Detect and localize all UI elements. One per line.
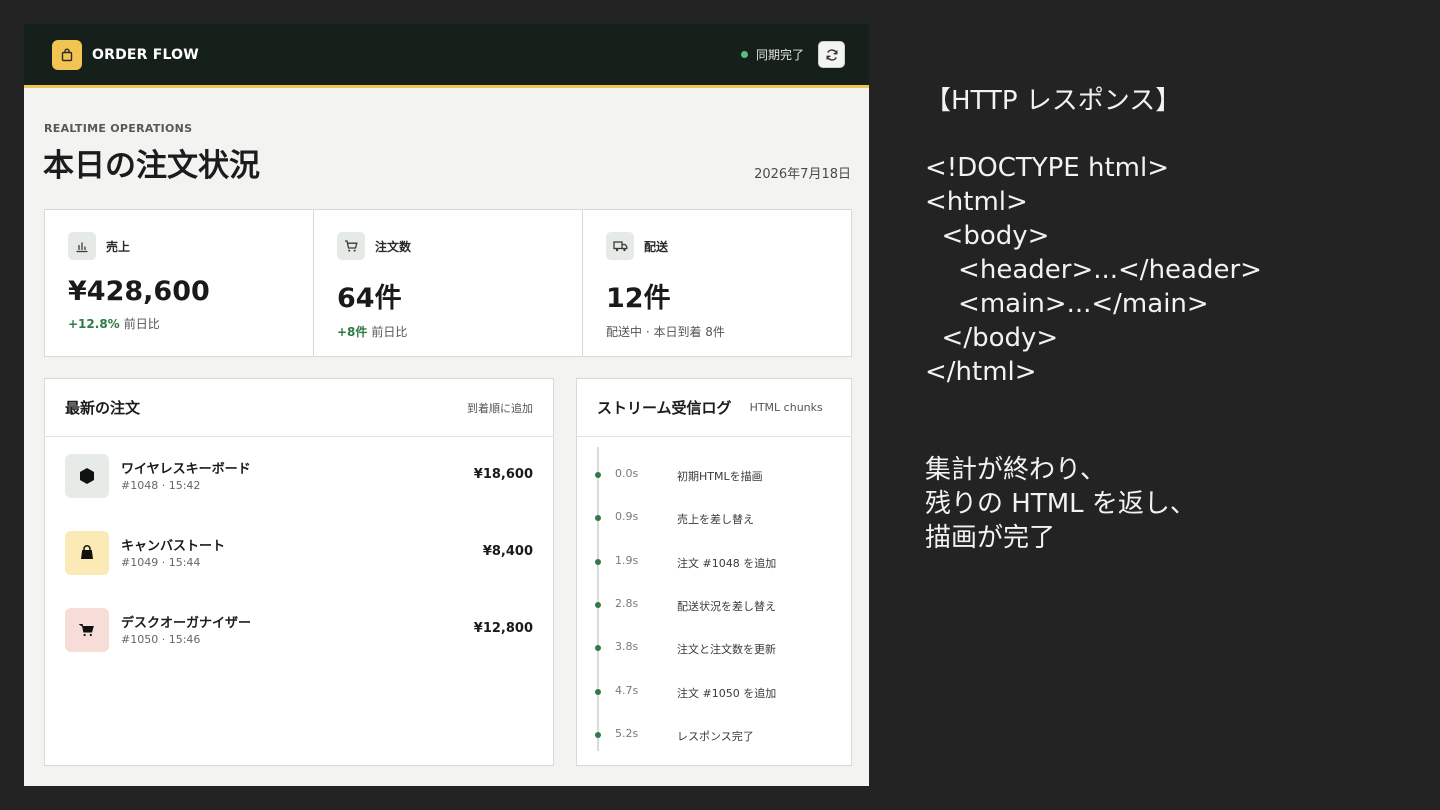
chart-icon: [68, 232, 96, 260]
log-text: 注文と注文数を更新: [677, 643, 776, 656]
order-name: キャンバストート: [121, 539, 226, 554]
status-dot: [740, 51, 748, 58]
timeline-dot: [595, 472, 601, 478]
sync-label: 同期完了: [755, 48, 804, 62]
cart-icon: [337, 232, 365, 260]
bag-icon: [65, 531, 109, 575]
order-name: デスクオーガナイザー: [121, 616, 252, 631]
log-time: 0.0s: [615, 467, 639, 480]
stream-log-panel: ストリーム受信ログ HTML chunks 0.0s 初期HTMLを描画 0.9…: [576, 378, 852, 766]
app-header: ORDER FLOW 同期完了: [24, 24, 869, 88]
logo: [52, 39, 82, 70]
log-text: 初期HTMLを描画: [677, 470, 763, 483]
order-price: ¥8,400: [482, 544, 533, 559]
kpi-value: 64件: [337, 283, 402, 314]
kpi-sales: 売上 ¥428,600 +12.8% 前日比: [45, 210, 314, 356]
kpi-sub-label: 前日比: [123, 317, 160, 331]
timeline-dot: [595, 602, 601, 608]
log-entry: 5.2s レスポンス完了: [595, 727, 833, 743]
order-row[interactable]: ワイヤレスキーボード #1048 · 15:42 ¥18,600: [65, 454, 533, 498]
narration-code: <!DOCTYPE html> <html> <body> <header>..…: [925, 153, 1262, 387]
refresh-icon: [826, 48, 837, 61]
kpi-label: 配送: [644, 239, 669, 254]
kpi-label: 売上: [106, 239, 131, 254]
panel-note: HTML chunks: [749, 401, 823, 414]
cart-icon: [65, 608, 109, 652]
kpi-orders: 注文数 64件 +8件 前日比: [314, 210, 583, 356]
log-text: 注文 #1050 を追加: [677, 687, 777, 700]
kpi-sub: +12.8% 前日比: [68, 315, 290, 332]
eyebrow-label: REALTIME OPERATIONS: [44, 122, 193, 135]
log-entry: 4.7s 注文 #1050 を追加: [595, 684, 833, 700]
order-row[interactable]: デスクオーガナイザー #1050 · 15:46 ¥12,800: [65, 608, 533, 652]
log-entry: 1.9s 注文 #1048 を追加: [595, 554, 833, 570]
panel-note: 到着順に追加: [467, 401, 533, 415]
order-name: ワイヤレスキーボード: [121, 462, 251, 477]
order-price: ¥18,600: [473, 467, 533, 482]
kpi-delivery: 配送 12件 配送中 · 本日到着 8件: [583, 210, 851, 356]
log-text: 配送状況を差し替え: [677, 600, 776, 613]
log-time: 1.9s: [615, 554, 639, 567]
truck-icon: [606, 232, 634, 260]
timeline-dot: [595, 689, 601, 695]
order-price: ¥12,800: [473, 621, 533, 636]
kpi-sub: 配送中 · 本日到着 8件: [606, 325, 725, 339]
page-title: 本日の注文状況: [43, 148, 260, 184]
narration-heading: 【HTTP レスポンス】: [925, 86, 1182, 116]
latest-orders-panel: 最新の注文 到着順に追加 ワイヤレスキーボード #1048 · 15:42 ¥1…: [44, 378, 554, 766]
order-meta: #1050 · 15:46: [121, 633, 201, 646]
sync-status: 同期完了: [740, 41, 845, 68]
stream-timeline: 0.0s 初期HTMLを描画 0.9s 売上を差し替え 1.9s 注文 #104…: [595, 447, 833, 751]
narration-caption: 集計が終わり、 残りの HTML を返し、 描画が完了: [925, 455, 1196, 553]
log-entry: 2.8s 配送状況を差し替え: [595, 597, 833, 613]
log-time: 0.9s: [615, 510, 639, 523]
log-text: 売上を差し替え: [677, 513, 754, 526]
kpi-delta: +12.8%: [68, 317, 120, 331]
log-time: 2.8s: [615, 597, 639, 610]
log-entry: 3.8s 注文と注文数を更新: [595, 640, 833, 656]
timeline-dot: [595, 645, 601, 651]
log-time: 5.2s: [615, 727, 639, 740]
kpi-sub: +8件 前日比: [337, 323, 559, 340]
kpi-delta: +8件: [337, 325, 368, 339]
log-time: 4.7s: [615, 684, 639, 697]
panel-title: 最新の注文: [65, 399, 141, 417]
page-date: 2026年7月18日: [754, 167, 851, 182]
panel-title: ストリーム受信ログ: [597, 399, 732, 417]
timeline-dot: [595, 559, 601, 565]
order-row[interactable]: キャンバストート #1049 · 15:44 ¥8,400: [65, 531, 533, 575]
refresh-button[interactable]: [818, 41, 845, 68]
bag-icon: [61, 48, 73, 61]
app-screenshot: ORDER FLOW 同期完了 REALTIME OPERATIONS 本日の注…: [24, 24, 869, 786]
order-meta: #1049 · 15:44: [121, 556, 201, 569]
kpi-label: 注文数: [375, 239, 412, 254]
kpi-value: 12件: [606, 283, 671, 314]
kpi-cards: 売上 ¥428,600 +12.8% 前日比 注文数 64件 +8件 前日比 配…: [44, 209, 852, 357]
timeline-dot: [595, 732, 601, 738]
timeline-dot: [595, 515, 601, 521]
order-meta: #1048 · 15:42: [121, 479, 201, 492]
kpi-sub-label: 前日比: [371, 325, 408, 339]
brand-name: ORDER FLOW: [92, 46, 199, 63]
log-entry: 0.0s 初期HTMLを描画: [595, 467, 833, 483]
log-text: 注文 #1048 を追加: [677, 557, 777, 570]
log-time: 3.8s: [615, 640, 639, 653]
log-entry: 0.9s 売上を差し替え: [595, 510, 833, 526]
log-text: レスポンス完了: [677, 730, 754, 743]
kpi-value: ¥428,600: [68, 276, 210, 307]
hexagon-icon: [65, 454, 109, 498]
